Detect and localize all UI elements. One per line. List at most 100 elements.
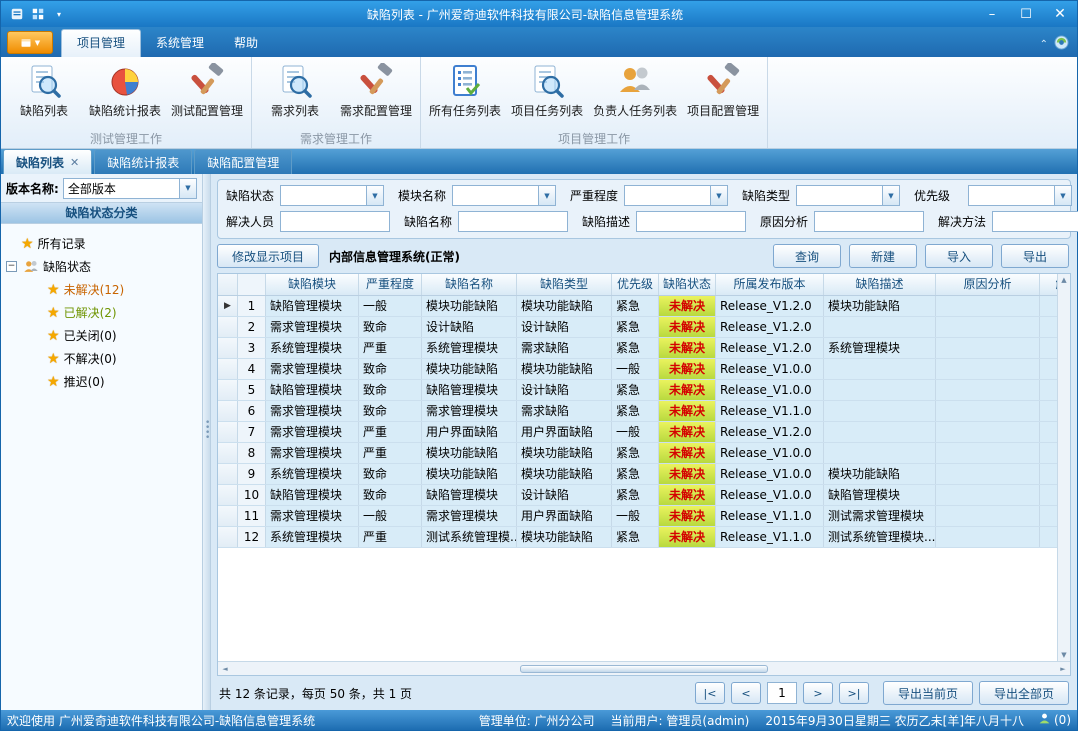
export-button[interactable]: 导出 <box>1001 244 1069 268</box>
filter-input-缺陷名称[interactable] <box>458 211 568 232</box>
maximize-button[interactable]: ☐ <box>1009 1 1043 27</box>
cell-type: 用户界面缺陷 <box>517 422 612 442</box>
tree-item-已关闭(0)[interactable]: ★已关闭(0) <box>7 324 202 347</box>
dropdown-arrow-icon[interactable]: ▼ <box>538 186 555 205</box>
cell-type: 设计缺陷 <box>517 380 612 400</box>
table-row[interactable]: 12系统管理模块严重测试系统管理模...模块功能缺陷紧急未解决Release_V… <box>218 527 1070 548</box>
table-row[interactable]: 3系统管理模块严重系统管理模块需求缺陷紧急未解决Release_V1.2.0系统… <box>218 338 1070 359</box>
filter-input-原因分析[interactable] <box>814 211 924 232</box>
ribbon-button-缺陷统计报表[interactable]: 缺陷统计报表 <box>84 59 166 119</box>
table-row[interactable]: ▶1缺陷管理模块一般模块功能缺陷模块功能缺陷紧急未解决Release_V1.2.… <box>218 296 1070 317</box>
help-icon[interactable] <box>1054 35 1069 53</box>
filter-combo-严重程度[interactable]: ▼ <box>624 185 728 206</box>
import-button[interactable]: 导入 <box>925 244 993 268</box>
next-page-button[interactable]: > <box>803 682 833 704</box>
ribbon-button-需求配置管理[interactable]: 需求配置管理 <box>335 59 417 119</box>
column-header-analysis[interactable]: 原因分析 <box>936 274 1040 295</box>
table-row[interactable]: 5缺陷管理模块致命缺陷管理模块设计缺陷紧急未解决Release_V1.0.0 <box>218 380 1070 401</box>
filter-input-解决方法[interactable] <box>992 211 1078 232</box>
column-header-severity[interactable]: 严重程度 <box>359 274 422 295</box>
filter-input-解决人员[interactable] <box>280 211 390 232</box>
app-icon[interactable] <box>9 6 25 22</box>
cell-status: 未解决 <box>659 380 716 400</box>
dropdown-arrow-icon[interactable]: ▼ <box>882 186 899 205</box>
scroll-up-icon[interactable]: ▲ <box>1061 276 1066 284</box>
ribbon-button-需求列表[interactable]: 需求列表 <box>255 59 335 119</box>
first-page-button[interactable]: |< <box>695 682 725 704</box>
table-row[interactable]: 6需求管理模块致命需求管理模块需求缺陷紧急未解决Release_V1.1.0 <box>218 401 1070 422</box>
column-header-type[interactable]: 缺陷类型 <box>517 274 612 295</box>
filter-combo-模块名称[interactable]: ▼ <box>452 185 556 206</box>
column-header-description[interactable]: 缺陷描述 <box>824 274 936 295</box>
horizontal-scrollbar[interactable]: ◄ ► <box>218 661 1070 675</box>
filter-input-缺陷描述[interactable] <box>636 211 746 232</box>
page-number-input[interactable] <box>767 682 797 704</box>
ribbon-tab-1[interactable]: 系统管理 <box>141 29 219 57</box>
collapse-ribbon-icon[interactable]: ⌃ <box>1040 39 1048 50</box>
table-row[interactable]: 4需求管理模块致命模块功能缺陷模块功能缺陷一般未解决Release_V1.0.0 <box>218 359 1070 380</box>
column-header-status[interactable]: 缺陷状态 <box>659 274 716 295</box>
table-row[interactable]: 2需求管理模块致命设计缺陷设计缺陷紧急未解决Release_V1.2.0 <box>218 317 1070 338</box>
tree-item-不解决(0)[interactable]: ★不解决(0) <box>7 347 202 370</box>
collapse-icon[interactable]: − <box>6 261 17 272</box>
online-count: (0) <box>1054 713 1071 727</box>
ribbon-group-label: 需求管理工作 <box>255 130 417 148</box>
cell-name: 需求管理模块 <box>422 506 517 526</box>
export-all-pages-button[interactable]: 导出全部页 <box>979 681 1069 705</box>
prev-page-button[interactable]: < <box>731 682 761 704</box>
scroll-down-icon[interactable]: ▼ <box>1061 651 1066 659</box>
minimize-button[interactable]: – <box>975 1 1009 27</box>
filter-combo-优先级[interactable]: ▼ <box>968 185 1072 206</box>
scroll-right-icon[interactable]: ► <box>1056 665 1070 673</box>
ribbon-button-项目配置管理[interactable]: 项目配置管理 <box>682 59 764 119</box>
table-row[interactable]: 10缺陷管理模块致命缺陷管理模块设计缺陷紧急未解决Release_V1.0.0缺… <box>218 485 1070 506</box>
version-combo[interactable]: 全部版本 ▼ <box>63 178 197 199</box>
scrollbar-thumb[interactable] <box>520 665 767 673</box>
dropdown-arrow-icon[interactable]: ▼ <box>179 179 196 198</box>
query-button[interactable]: 查询 <box>773 244 841 268</box>
dropdown-arrow-icon[interactable]: ▼ <box>710 186 727 205</box>
column-header-release[interactable]: 所属发布版本 <box>716 274 824 295</box>
dropdown-arrow-icon[interactable]: ▾ <box>51 6 67 22</box>
ribbon-tab-0[interactable]: 项目管理 <box>61 29 141 57</box>
table-row[interactable]: 7需求管理模块严重用户界面缺陷用户界面缺陷一般未解决Release_V1.2.0 <box>218 422 1070 443</box>
ribbon-button-所有任务列表[interactable]: 所有任务列表 <box>424 59 506 119</box>
filter-combo-缺陷状态[interactable]: ▼ <box>280 185 384 206</box>
table-row[interactable]: 11需求管理模块一般需求管理模块用户界面缺陷一般未解决Release_V1.1.… <box>218 506 1070 527</box>
scroll-left-icon[interactable]: ◄ <box>218 665 232 673</box>
ribbon-button-测试配置管理[interactable]: 测试配置管理 <box>166 59 248 119</box>
cell-severity: 一般 <box>359 506 422 526</box>
doc-tab-1[interactable]: 缺陷统计报表 <box>94 149 192 174</box>
sidebar-splitter[interactable]: •••• <box>203 174 211 710</box>
export-current-page-button[interactable]: 导出当前页 <box>883 681 973 705</box>
ribbon-tab-2[interactable]: 帮助 <box>219 29 273 57</box>
new-button[interactable]: 新建 <box>849 244 917 268</box>
close-tab-icon[interactable]: ✕ <box>70 156 79 169</box>
tree-item-推迟(0)[interactable]: ★推迟(0) <box>7 370 202 393</box>
dropdown-arrow-icon[interactable]: ▼ <box>1054 186 1071 205</box>
ribbon-button-项目任务列表[interactable]: 项目任务列表 <box>506 59 588 119</box>
app-menu-button[interactable]: ▼ <box>7 31 53 54</box>
tree-item-缺陷状态[interactable]: −缺陷状态 <box>7 255 202 278</box>
close-button[interactable]: ✕ <box>1043 1 1077 27</box>
tree-item-已解决(2)[interactable]: ★已解决(2) <box>7 301 202 324</box>
column-header-name[interactable]: 缺陷名称 <box>422 274 517 295</box>
record-summary: 共 12 条记录，每页 50 条，共 1 页 <box>219 685 412 702</box>
column-header-priority[interactable]: 优先级 <box>612 274 659 295</box>
row-indicator <box>218 506 238 526</box>
ribbon-button-缺陷列表[interactable]: 缺陷列表 <box>4 59 84 119</box>
table-row[interactable]: 9系统管理模块致命模块功能缺陷模块功能缺陷紧急未解决Release_V1.0.0… <box>218 464 1070 485</box>
modules-icon[interactable] <box>30 6 46 22</box>
doc-tab-2[interactable]: 缺陷配置管理 <box>194 149 292 174</box>
modify-columns-button[interactable]: 修改显示项目 <box>217 244 319 268</box>
doc-tab-0[interactable]: 缺陷列表✕ <box>3 149 92 174</box>
vertical-scrollbar[interactable]: ▲ ▼ <box>1057 274 1070 661</box>
ribbon-button-负责人任务列表[interactable]: 负责人任务列表 <box>588 59 682 119</box>
tree-item-所有记录[interactable]: ★所有记录 <box>7 232 202 255</box>
tree-item-未解决(12)[interactable]: ★未解决(12) <box>7 278 202 301</box>
dropdown-arrow-icon[interactable]: ▼ <box>366 186 383 205</box>
table-row[interactable]: 8需求管理模块严重模块功能缺陷模块功能缺陷紧急未解决Release_V1.0.0 <box>218 443 1070 464</box>
filter-combo-缺陷类型[interactable]: ▼ <box>796 185 900 206</box>
last-page-button[interactable]: >| <box>839 682 869 704</box>
column-header-module[interactable]: 缺陷模块 <box>266 274 359 295</box>
